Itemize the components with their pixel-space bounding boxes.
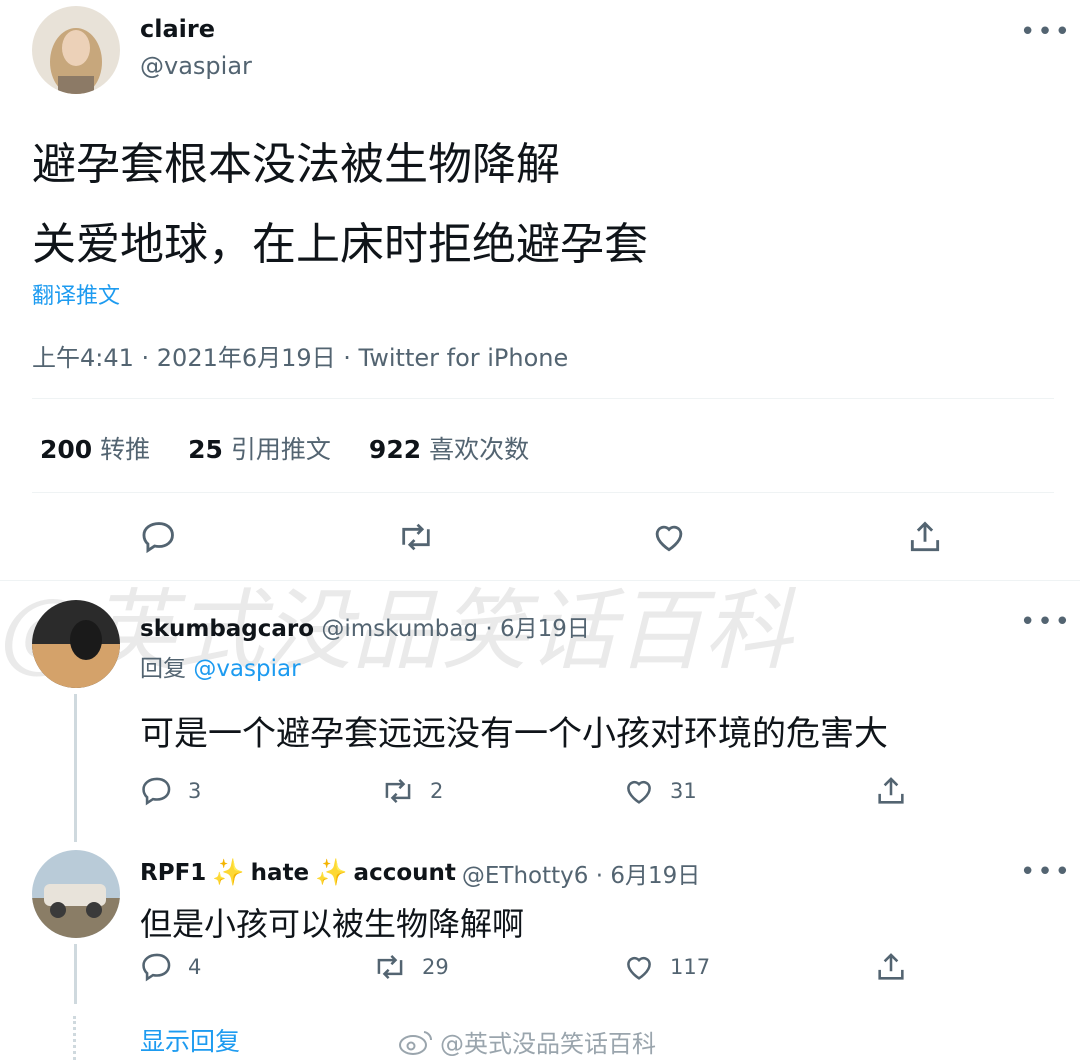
- retweet-count-button[interactable]: 29: [372, 950, 449, 984]
- thread-dots: [73, 1016, 81, 1060]
- share-button[interactable]: [906, 518, 944, 560]
- tweet-text-line-2: 关爱地球，在上床时拒绝避孕套: [32, 219, 648, 270]
- retweet-button[interactable]: [396, 518, 436, 560]
- avatar-photo: [32, 850, 120, 938]
- share-icon: [878, 953, 904, 980]
- retweet-count: 2: [430, 779, 444, 803]
- reply-text: 但是小孩可以被生物降解啊: [140, 905, 525, 943]
- reply-text: 可是一个避孕套远远没有一个小孩对环境的危害大: [140, 714, 888, 754]
- share-button[interactable]: [874, 774, 908, 812]
- heart-icon: [627, 956, 651, 980]
- weibo-watermark: @英式没品笑话百科: [398, 1024, 656, 1059]
- author-name[interactable]: claire: [140, 15, 215, 43]
- more-options-icon[interactable]: •••: [1020, 609, 1072, 635]
- stat-retweets-label: 转推: [100, 435, 151, 464]
- reply-header: skumbagcaro @imskumbag · 6月19日: [140, 609, 590, 643]
- reply-count-button[interactable]: 4: [140, 950, 201, 984]
- reply-author-name[interactable]: skumbagcaro: [140, 616, 314, 642]
- stat-quotes-value: 25: [188, 435, 223, 464]
- reply-count: 3: [188, 779, 202, 803]
- avatar[interactable]: [32, 6, 120, 94]
- reply-author-name-part-1[interactable]: RPF1: [140, 860, 206, 886]
- like-count: 31: [670, 779, 697, 803]
- reply-icon: [142, 777, 171, 806]
- reply-handle-date[interactable]: @EThotty6 · 6月19日: [462, 856, 700, 890]
- like-count-button[interactable]: 117: [622, 950, 710, 984]
- share-button[interactable]: [874, 950, 908, 988]
- author-handle[interactable]: @vaspiar: [140, 52, 252, 80]
- weibo-icon: [399, 1030, 433, 1055]
- tweet-text-line-1: 避孕套根本没法被生物降解: [32, 139, 560, 190]
- more-options-icon[interactable]: •••: [1020, 19, 1072, 45]
- heart-icon: [655, 525, 683, 552]
- reply-header: RPF1 ✨ hate ✨ account @EThotty6 · 6月19日: [140, 856, 700, 890]
- retweet-count: 29: [422, 955, 449, 979]
- reply-icon: [142, 953, 171, 982]
- retweet-icon: [377, 955, 403, 979]
- heart-icon: [627, 780, 651, 804]
- retweet-icon: [385, 779, 411, 803]
- sparkles-icon: ✨: [315, 858, 348, 888]
- avatar-photo: [32, 6, 120, 94]
- tweet-meta: 上午4:41 · 2021年6月19日 · Twitter for iPhone: [32, 344, 569, 372]
- replying-to: 回复 @vaspiar: [140, 649, 301, 683]
- replying-to-handle[interactable]: @vaspiar: [193, 656, 300, 682]
- like-button[interactable]: [650, 518, 688, 560]
- stat-retweets-value: 200: [40, 435, 93, 464]
- stat-quotes[interactable]: 25 引用推文: [188, 430, 331, 466]
- divider: [32, 492, 1054, 493]
- reply-button[interactable]: [140, 518, 178, 560]
- reply-count-button[interactable]: 3: [140, 774, 201, 808]
- avatar[interactable]: [32, 600, 120, 688]
- share-icon: [910, 521, 940, 552]
- retweet-count-button[interactable]: 2: [380, 774, 443, 808]
- watermark-bottom-text: @英式没品笑话百科: [440, 1030, 656, 1058]
- stat-retweets[interactable]: 200 转推: [40, 430, 150, 466]
- reply-count: 4: [188, 955, 202, 979]
- reply-author-name-part-3[interactable]: account: [354, 860, 456, 886]
- share-icon: [878, 777, 904, 804]
- reply-handle-date[interactable]: @imskumbag · 6月19日: [321, 616, 590, 642]
- tweet-stats: 200 转推 25 引用推文 922 喜欢次数: [40, 430, 529, 466]
- more-options-icon[interactable]: •••: [1020, 859, 1072, 885]
- stat-likes[interactable]: 922 喜欢次数: [369, 430, 529, 466]
- like-count-button[interactable]: 31: [622, 774, 697, 808]
- thread-line: [74, 944, 77, 1004]
- retweet-icon: [402, 523, 430, 551]
- translate-tweet-link[interactable]: 翻译推文: [32, 278, 120, 310]
- reply-icon: [142, 522, 174, 554]
- reply-author-name-part-2[interactable]: hate: [251, 860, 310, 886]
- sparkles-icon: ✨: [212, 858, 245, 888]
- like-count: 117: [670, 955, 711, 979]
- stat-quotes-label: 引用推文: [230, 435, 331, 464]
- stat-likes-label: 喜欢次数: [429, 435, 530, 464]
- avatar-photo: [32, 600, 120, 688]
- show-replies-link[interactable]: 显示回复: [140, 1022, 240, 1058]
- replying-to-prefix: 回复: [140, 656, 186, 682]
- stat-likes-value: 922: [368, 435, 422, 464]
- avatar[interactable]: [32, 850, 120, 938]
- thread-line: [74, 694, 77, 842]
- divider: [32, 398, 1054, 399]
